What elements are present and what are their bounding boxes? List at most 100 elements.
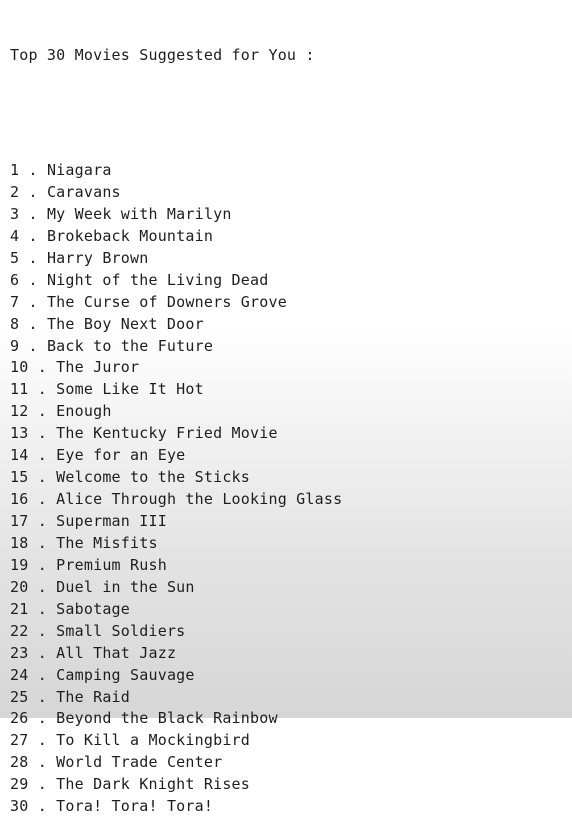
movie-title: Brokeback Mountain (46, 226, 214, 245)
movie-title: Enough (56, 402, 112, 421)
movie-title: To Kill a Mockingbird (56, 731, 251, 750)
movie-rank: 30 (10, 797, 29, 816)
rank-separator: . (28, 555, 57, 574)
movie-rank: 25 (10, 687, 29, 706)
movie-title: Welcome to the Sticks (56, 468, 251, 487)
list-item: 11 . Some Like It Hot (10, 379, 562, 401)
movie-title: Some Like It Hot (56, 380, 204, 399)
rank-separator: . (28, 599, 57, 618)
movie-title: Beyond the Black Rainbow (56, 709, 278, 728)
movie-rank: 4 (10, 226, 20, 245)
rank-separator: . (19, 204, 47, 223)
list-item: 20 . Duel in the Sun (10, 577, 562, 599)
rank-separator: . (28, 577, 57, 596)
list-item: 23 . All That Jazz (10, 643, 562, 665)
list-item: 16 . Alice Through the Looking Glass (10, 489, 562, 511)
rank-separator: . (28, 468, 57, 487)
movie-rank: 19 (10, 555, 29, 574)
movie-rank: 5 (10, 248, 20, 267)
rank-separator: . (28, 731, 57, 750)
movie-rank: 16 (10, 490, 29, 509)
movie-rank: 21 (10, 599, 29, 618)
movie-rank: 26 (10, 709, 29, 728)
movie-title: Harry Brown (46, 248, 149, 267)
movie-rank: 8 (10, 314, 20, 333)
rank-separator: . (28, 402, 57, 421)
list-item: 2 . Caravans (10, 182, 562, 204)
list-item: 9 . Back to the Future (10, 336, 562, 358)
list-item: 24 . Camping Sauvage (10, 665, 562, 687)
list-item: 30 . Tora! Tora! Tora! (10, 796, 562, 818)
movie-rank: 23 (10, 643, 29, 662)
rank-separator: . (19, 248, 47, 267)
rank-separator: . (19, 292, 47, 311)
rank-separator: . (28, 533, 57, 552)
rank-separator: . (19, 182, 47, 201)
rank-separator: . (28, 446, 57, 465)
movie-rank: 27 (10, 731, 29, 750)
rank-separator: . (19, 226, 47, 245)
movie-title: Duel in the Sun (56, 577, 195, 596)
movie-rank: 11 (10, 380, 29, 399)
movie-rank: 6 (10, 270, 20, 289)
rank-separator: . (28, 753, 57, 772)
movie-title: Alice Through the Looking Glass (56, 490, 343, 509)
list-item: 25 . The Raid (10, 687, 562, 709)
list-item: 3 . My Week with Marilyn (10, 204, 562, 226)
list-item: 19 . Premium Rush (10, 555, 562, 577)
list-item: 17 . Superman III (10, 511, 562, 533)
rank-separator: . (19, 161, 47, 179)
movie-rank: 18 (10, 533, 29, 552)
list-item: 22 . Small Soldiers (10, 621, 562, 643)
movie-title: The Kentucky Fried Movie (56, 424, 278, 443)
rank-separator: . (19, 336, 47, 355)
rank-separator: . (28, 490, 57, 509)
movie-title: Tora! Tora! Tora! (56, 797, 214, 816)
movie-rank: 12 (10, 402, 29, 421)
list-item: 15 . Welcome to the Sticks (10, 467, 562, 489)
movie-title: Camping Sauvage (56, 665, 195, 684)
movie-title: Eye for an Eye (56, 446, 186, 465)
movie-title: The Curse of Downers Grove (46, 292, 287, 311)
movie-rank: 1 (10, 161, 20, 179)
console-output: Top 30 Movies Suggested for You : 1 . Ni… (10, 8, 562, 836)
movie-rank: 29 (10, 775, 29, 794)
movie-rank: 7 (10, 292, 20, 311)
movie-title: Superman III (56, 512, 167, 530)
list-item: 21 . Sabotage (10, 599, 562, 621)
list-item: 4 . Brokeback Mountain (10, 226, 562, 248)
movie-title: Night of the Living Dead (46, 270, 269, 289)
list-item: 18 . The Misfits (10, 533, 562, 555)
movie-rank: 20 (10, 577, 29, 596)
movie-title: The Raid (56, 687, 131, 706)
rank-separator: . (28, 512, 57, 530)
rank-separator: . (28, 424, 57, 443)
rank-separator: . (19, 314, 47, 333)
list-item: 10 . The Juror (10, 357, 562, 379)
movie-title: The Misfits (56, 533, 158, 552)
movie-title: All That Jazz (56, 643, 177, 662)
rank-separator: . (19, 270, 47, 289)
movie-title: World Trade Center (56, 753, 223, 772)
rank-separator: . (28, 665, 57, 684)
movie-title: The Juror (56, 358, 140, 377)
movie-rank: 17 (10, 512, 29, 530)
output-title: Top 30 Movies Suggested for You : (10, 46, 315, 64)
list-item: 26 . Beyond the Black Rainbow (10, 708, 562, 730)
list-item: 1 . Niagara (10, 160, 562, 182)
list-item: 27 . To Kill a Mockingbird (10, 730, 562, 752)
rank-separator: . (28, 643, 57, 662)
list-item: 28 . World Trade Center (10, 752, 562, 774)
list-item: 8 . The Boy Next Door (10, 314, 562, 336)
movie-rank: 13 (10, 424, 29, 443)
movie-rank: 14 (10, 446, 29, 465)
rank-separator: . (28, 621, 57, 640)
list-item: 7 . The Curse of Downers Grove (10, 292, 562, 314)
movie-list: 1 . Niagara 2 . Caravans 3 . My Week with … (10, 160, 562, 818)
movie-title: Niagara (46, 161, 112, 179)
movie-rank: 24 (10, 665, 29, 684)
movie-title: The Dark Knight Rises (56, 775, 251, 794)
movie-rank: 3 (10, 204, 20, 223)
list-item: 6 . Night of the Living Dead (10, 270, 562, 292)
